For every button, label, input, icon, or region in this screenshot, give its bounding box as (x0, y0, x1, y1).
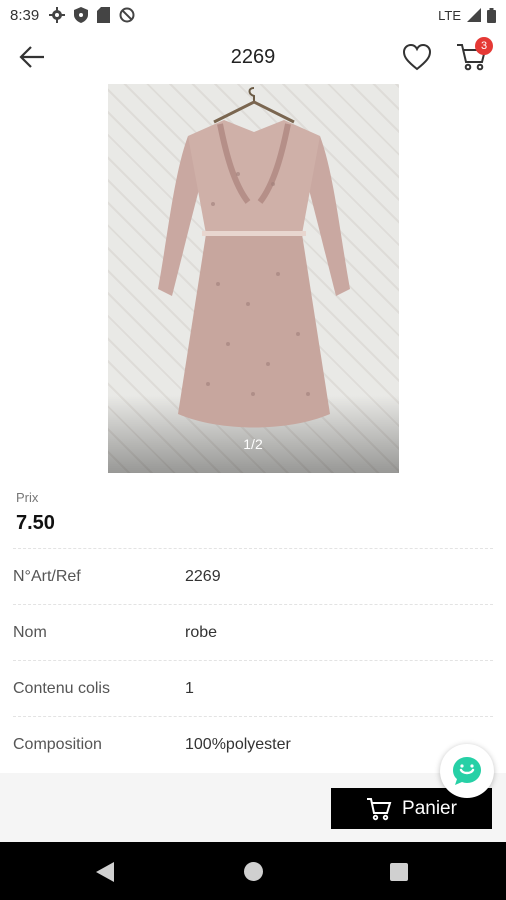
nav-recents-icon[interactable] (390, 863, 408, 881)
price-label: Prix (16, 490, 39, 505)
status-time: 8:39 (10, 6, 40, 24)
network-type: LTE (438, 7, 461, 23)
nav-home-icon[interactable] (244, 862, 263, 881)
settings-icon (49, 7, 66, 23)
nav-back-icon[interactable] (96, 862, 114, 882)
detail-value: 100%polyester (185, 736, 291, 753)
status-notification-icons (49, 7, 135, 23)
detail-value: 2269 (185, 568, 221, 585)
signal-icon (467, 8, 481, 22)
chat-bubble-icon (453, 757, 481, 785)
back-arrow-icon[interactable] (18, 44, 46, 70)
no-sync-icon (119, 7, 135, 23)
shield-icon (74, 7, 89, 23)
detail-value: robe (185, 624, 218, 641)
detail-row-composition: Composition 100%polyester (0, 717, 506, 773)
product-details: Prix 7.50 N°Art/Ref 2269 Nom robe Conten… (0, 473, 506, 773)
detail-value: 1 (185, 680, 194, 697)
sd-card-icon (97, 7, 111, 23)
status-system-icons: LTE (438, 7, 496, 23)
app-bar: 2269 (0, 30, 506, 84)
detail-row-ref: N°Art/Ref 2269 (0, 549, 506, 605)
detail-key: Contenu colis (13, 680, 110, 697)
chat-button[interactable] (440, 744, 494, 798)
detail-key: Composition (13, 736, 102, 753)
detail-row-package: Contenu colis 1 (0, 661, 506, 717)
detail-key: N°Art/Ref (13, 568, 81, 585)
product-photo[interactable] (108, 84, 399, 473)
cart-count-badge: 3 (475, 37, 493, 55)
bottom-action-bar: Panier (0, 773, 506, 842)
heart-icon[interactable] (402, 43, 432, 71)
add-to-cart-label: Panier (402, 797, 457, 819)
cart-icon (367, 797, 392, 820)
dress-image (158, 87, 350, 428)
product-gallery[interactable]: 1/2 (0, 84, 506, 473)
detail-key: Nom (13, 624, 47, 641)
detail-row-name: Nom robe (0, 605, 506, 661)
price-value: 7.50 (16, 512, 55, 534)
system-navigation-bar (0, 842, 506, 900)
status-bar: 8:39 LTE (0, 0, 506, 30)
gallery-counter: 1/2 (243, 436, 263, 452)
battery-icon (487, 7, 496, 23)
